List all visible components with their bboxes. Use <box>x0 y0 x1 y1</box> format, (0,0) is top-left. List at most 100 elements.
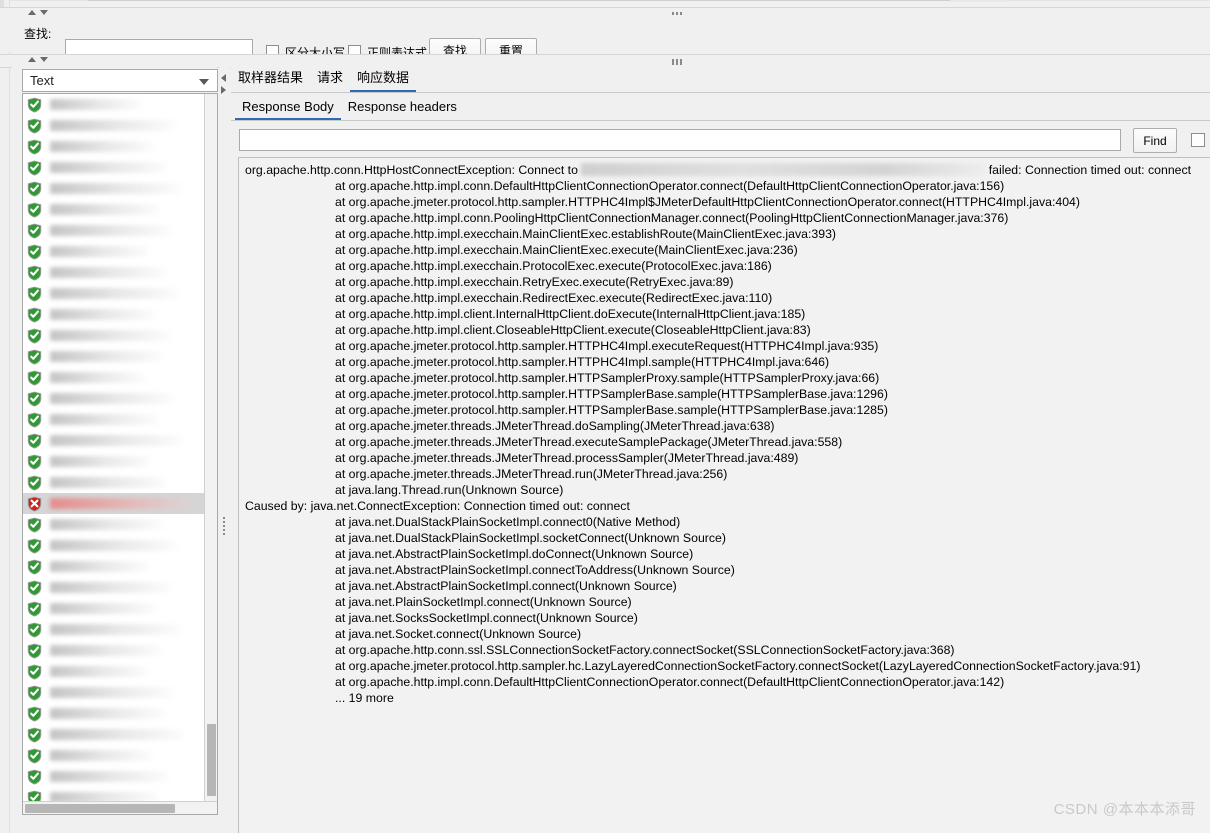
tree-row[interactable] <box>23 745 209 766</box>
tree-row[interactable] <box>23 703 209 724</box>
chevron-down-icon[interactable] <box>199 79 209 85</box>
tree-row[interactable] <box>23 220 209 241</box>
success-shield-icon <box>27 601 42 617</box>
tree-row[interactable] <box>23 577 209 598</box>
tree-row[interactable] <box>23 262 209 283</box>
response-body-stack-line: at java.net.AbstractPlainSocketImpl.conn… <box>335 563 735 577</box>
response-body-stack-line: at org.apache.http.impl.execchain.RetryE… <box>335 275 734 289</box>
success-shield-icon <box>27 769 42 785</box>
tree-row-label-redacted <box>50 141 154 152</box>
tree-row[interactable] <box>23 115 209 136</box>
tree-row[interactable] <box>23 157 209 178</box>
tree-row[interactable] <box>23 409 209 430</box>
tree-row[interactable] <box>23 619 209 640</box>
sub-tabs-rule <box>231 120 1210 121</box>
tree-row-label-redacted <box>50 666 147 677</box>
response-body-stack-line: at org.apache.jmeter.protocol.http.sampl… <box>335 403 888 417</box>
pane-divider[interactable] <box>219 67 230 833</box>
response-body-exception-line: org.apache.http.conn.HttpHostConnectExce… <box>245 163 1192 177</box>
success-shield-icon <box>27 391 42 407</box>
results-tree-vertical-scrollbar[interactable] <box>204 94 217 814</box>
success-shield-icon <box>27 118 42 134</box>
success-shield-icon <box>27 727 42 743</box>
response-body-stack-line: at org.apache.jmeter.protocol.http.sampl… <box>335 387 888 401</box>
tree-row-label-redacted <box>50 561 149 572</box>
response-body-view[interactable]: org.apache.http.conn.HttpHostConnectExce… <box>238 157 1210 833</box>
tree-row[interactable] <box>23 367 209 388</box>
tree-row[interactable] <box>23 640 209 661</box>
tree-row[interactable] <box>23 346 209 367</box>
results-tree[interactable] <box>22 93 218 815</box>
response-case-checkbox[interactable] <box>1191 133 1205 147</box>
response-body-stack-line: at org.apache.jmeter.threads.JMeterThrea… <box>335 467 728 481</box>
success-shield-icon <box>27 307 42 323</box>
tree-row[interactable] <box>23 514 209 535</box>
response-body-stack-line: at org.apache.http.impl.conn.PoolingHttp… <box>335 211 1009 225</box>
tree-row-label-redacted <box>50 498 188 509</box>
tree-row[interactable] <box>23 472 209 493</box>
tree-row[interactable] <box>23 199 209 220</box>
tree-row-label-redacted <box>50 729 184 740</box>
tree-row-label-redacted <box>50 477 167 488</box>
tree-row[interactable] <box>23 136 209 157</box>
collapse-up-icon[interactable] <box>28 57 36 62</box>
response-search-input[interactable] <box>239 129 1121 151</box>
tree-row[interactable] <box>23 556 209 577</box>
tree-row[interactable] <box>23 451 209 472</box>
tree-row[interactable] <box>23 430 209 451</box>
tree-row[interactable] <box>23 283 209 304</box>
main-tab-1[interactable]: 请求 <box>310 65 350 93</box>
tree-row[interactable] <box>23 304 209 325</box>
collapse-down-icon[interactable] <box>40 57 48 62</box>
renderer-type-select[interactable]: Text <box>22 69 218 92</box>
success-shield-icon <box>27 580 42 596</box>
collapse-left-icon[interactable] <box>221 74 226 82</box>
tree-row-label-redacted <box>50 330 170 341</box>
collapse-right-icon[interactable] <box>221 86 226 94</box>
tree-row-label-redacted <box>50 99 142 110</box>
pane-divider-grip-icon[interactable] <box>223 517 225 537</box>
main-tab-2[interactable]: 响应数据 <box>350 65 417 93</box>
tree-row[interactable] <box>23 598 209 619</box>
tree-row[interactable] <box>23 493 209 514</box>
sub-tab-0[interactable]: Response Body <box>235 97 341 121</box>
tree-row[interactable] <box>23 325 209 346</box>
tree-row[interactable] <box>23 724 209 745</box>
tree-row[interactable] <box>23 535 209 556</box>
tree-row[interactable] <box>23 766 209 787</box>
window-left-edge <box>0 0 10 833</box>
success-shield-icon <box>27 97 42 113</box>
scrollbar-thumb[interactable] <box>25 804 175 813</box>
response-find-button[interactable]: Find <box>1133 128 1177 153</box>
splitter-middle[interactable] <box>0 54 1210 68</box>
tree-row[interactable] <box>23 241 209 262</box>
response-search-row: Find <box>231 123 1210 157</box>
tree-row-label-redacted <box>50 624 180 635</box>
tree-row-label-redacted <box>50 267 166 278</box>
success-shield-icon <box>27 412 42 428</box>
response-body-stack-line: at org.apache.jmeter.protocol.http.sampl… <box>335 355 830 369</box>
tree-row-label-redacted <box>50 120 176 131</box>
response-body-stack-line: at org.apache.jmeter.protocol.http.sampl… <box>335 339 879 353</box>
main-tabs-rule <box>231 92 1210 93</box>
scrollbar-thumb[interactable] <box>207 724 216 796</box>
response-body-stack-line: at org.apache.jmeter.protocol.http.sampl… <box>335 371 880 385</box>
success-shield-icon <box>27 139 42 155</box>
tree-row[interactable] <box>23 661 209 682</box>
success-shield-icon <box>27 286 42 302</box>
success-shield-icon <box>27 538 42 554</box>
sub-tab-1[interactable]: Response headers <box>341 97 464 121</box>
splitter-middle-grip-icon[interactable] <box>672 59 682 65</box>
tree-row[interactable] <box>23 178 209 199</box>
splitter-middle-arrows[interactable] <box>28 57 48 62</box>
tree-row[interactable] <box>23 94 209 115</box>
response-body-caused-by-line: Caused by: java.net.ConnectException: Co… <box>245 499 630 513</box>
tree-row[interactable] <box>23 388 209 409</box>
tree-row-label-redacted <box>50 750 152 761</box>
tree-row-label-redacted <box>50 603 156 614</box>
main-tab-0[interactable]: 取样器结果 <box>231 65 310 93</box>
response-body-stack-line: ... 19 more <box>335 691 394 705</box>
tree-row[interactable] <box>23 682 209 703</box>
results-tree-horizontal-scrollbar[interactable] <box>23 801 217 814</box>
response-body-stack-line: at java.net.Socket.connect(Unknown Sourc… <box>335 627 582 641</box>
